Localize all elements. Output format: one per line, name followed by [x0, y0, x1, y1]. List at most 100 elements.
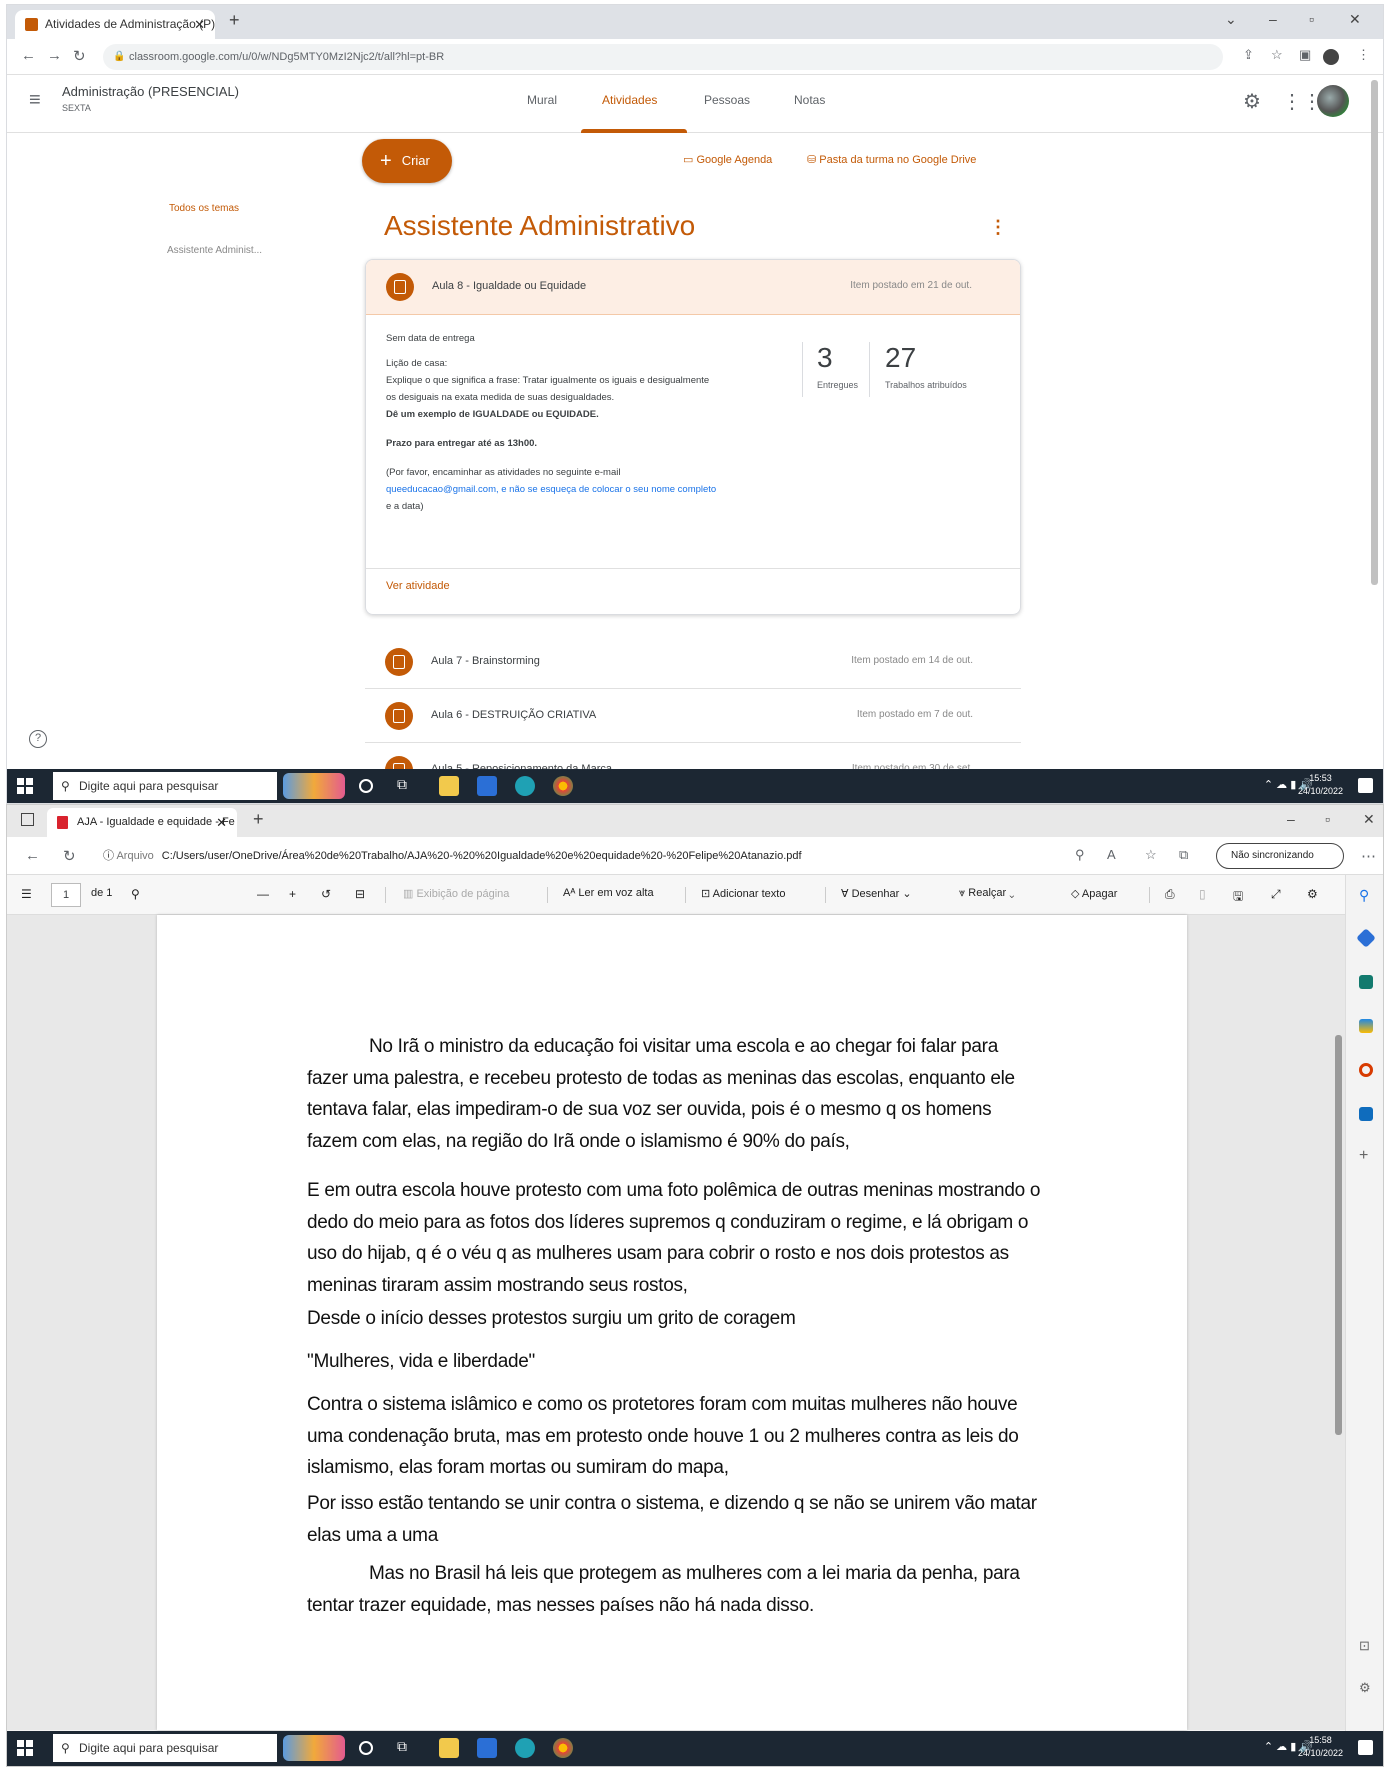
google-calendar-link[interactable]: ▭ Google Agenda [683, 153, 772, 166]
draw-button[interactable]: ∀ Desenhar ⌄ [841, 887, 912, 900]
taskbar-search-box[interactable]: ⚲ Digite aqui para pesquisar [53, 772, 277, 800]
cortana-icon[interactable] [359, 779, 373, 793]
pdf-settings-icon[interactable]: ⚙ [1307, 887, 1318, 901]
scrollbar-thumb[interactable] [1371, 80, 1378, 585]
notification-icon[interactable] [1358, 778, 1373, 793]
page-number-input[interactable]: 1 [51, 883, 81, 907]
file-explorer-icon[interactable] [439, 776, 459, 796]
zoom-out-icon[interactable]: — [257, 887, 269, 901]
add-icon[interactable]: + [1359, 1147, 1373, 1164]
assignment-header[interactable]: Aula 8 - Igualdade ou Equidade Item post… [366, 260, 1020, 315]
games-icon[interactable] [1359, 1019, 1373, 1033]
highlight-button[interactable]: ⩔ Realçar ⌄ [959, 887, 1014, 900]
email-link[interactable]: queeducacao@gmail.com, e não se esqueça … [386, 481, 806, 498]
office-icon[interactable] [1359, 1063, 1373, 1077]
maximize-icon[interactable]: ▫ [1309, 11, 1314, 27]
assigned-count[interactable]: 27 [885, 342, 916, 374]
tab-search-icon[interactable]: ⌄ [1225, 11, 1237, 28]
taskbar-clock[interactable]: 15:58 24/10/2022 [1298, 1734, 1343, 1760]
help-icon[interactable]: ? [29, 730, 47, 748]
file-explorer-icon[interactable] [439, 1738, 459, 1758]
read-aloud-icon[interactable]: A [1107, 847, 1116, 862]
add-text-button[interactable]: ⊡ Adicionar texto [701, 887, 785, 900]
pdf-canvas[interactable]: No Irã o ministro da educação foi visita… [7, 915, 1345, 1730]
back-icon[interactable]: ← [25, 847, 40, 864]
fit-page-icon[interactable]: ⊟ [355, 887, 365, 901]
tools-icon[interactable] [1359, 975, 1373, 989]
apps-grid-icon[interactable]: ⋮⋮ [1282, 89, 1322, 114]
windows-start-icon[interactable] [17, 1740, 33, 1756]
address-bar[interactable]: ⓘ Arquivo C:/Users/user/OneDrive/Área%20d… [103, 843, 1043, 869]
tab-mural[interactable]: Mural [527, 93, 557, 107]
maximize-icon[interactable]: ▫ [1325, 811, 1330, 827]
outlook-icon[interactable] [1359, 1107, 1373, 1121]
edge-icon[interactable] [515, 1738, 535, 1758]
profile-avatar[interactable] [1323, 49, 1339, 65]
tab-atividades[interactable]: Atividades [602, 93, 657, 107]
share-icon[interactable]: ⇪ [1243, 47, 1254, 63]
sidebar-icon[interactable]: ▣ [1299, 47, 1311, 63]
cortana-icon[interactable] [359, 1741, 373, 1755]
browser-tab-pdf[interactable]: AJA - Igualdade e equidade - Fe ✕ [47, 808, 237, 837]
word-icon[interactable] [477, 776, 497, 796]
view-assignment-link[interactable]: Ver atividade [386, 580, 450, 592]
edge-icon[interactable] [515, 776, 535, 796]
minimize-icon[interactable]: – [1269, 11, 1277, 27]
taskbar-search-box[interactable]: ⚲ Digite aqui para pesquisar [53, 1734, 277, 1762]
zoom-in-icon[interactable]: + [289, 887, 296, 901]
create-button[interactable]: + Criar [362, 139, 452, 183]
find-icon[interactable]: ⚲ [131, 887, 140, 901]
class-title[interactable]: Administração (PRESENCIAL) [62, 84, 239, 99]
zoom-icon[interactable]: ⚲ [1075, 847, 1085, 863]
minimize-icon[interactable]: – [1287, 811, 1295, 827]
assignment-row[interactable]: Aula 7 - Brainstorming Item postado em 1… [365, 635, 1021, 689]
task-view-icon[interactable]: ⧉ [397, 776, 417, 796]
sync-status-button[interactable]: Não sincronizando [1216, 843, 1344, 869]
tag-icon[interactable] [1356, 928, 1376, 948]
print-icon[interactable]: ⎙ [1165, 887, 1175, 902]
drive-folder-link[interactable]: ⛁ Pasta da turma no Google Drive [807, 153, 976, 166]
taskbar-clock[interactable]: 15:53 24/10/2022 [1298, 772, 1343, 798]
chrome-icon[interactable] [553, 776, 573, 796]
contents-icon[interactable]: ☰ [21, 887, 32, 901]
reload-icon[interactable]: ↻ [63, 847, 76, 865]
fullscreen-icon[interactable]: ⤢ [1271, 887, 1281, 902]
save-icon[interactable]: ▯ [1199, 887, 1206, 901]
tab-notas[interactable]: Notas [794, 93, 825, 107]
close-window-icon[interactable]: ✕ [1363, 811, 1375, 828]
new-tab-icon[interactable]: + [253, 809, 264, 830]
word-icon[interactable] [477, 1738, 497, 1758]
reload-icon[interactable]: ↻ [73, 47, 86, 65]
sidebar-settings-icon[interactable]: ⚙ [1359, 1680, 1373, 1695]
forward-icon[interactable]: → [47, 47, 62, 64]
topic-filter-assistente[interactable]: Assistente Administ... [167, 245, 262, 256]
back-icon[interactable]: ← [21, 47, 36, 64]
collections-icon[interactable]: ⧉ [1179, 847, 1188, 863]
tab-actions-icon[interactable] [21, 813, 34, 826]
close-tab-icon[interactable]: ✕ [216, 808, 227, 837]
task-view-icon[interactable]: ⧉ [397, 1738, 417, 1758]
page-view-button[interactable]: ▥ Exibição de página [403, 887, 509, 900]
turned-in-count[interactable]: 3 [817, 342, 833, 374]
new-tab-icon[interactable]: + [229, 10, 240, 31]
search-icon[interactable]: ⚲ [1359, 887, 1373, 903]
read-aloud-button[interactable]: Aᴬ Ler em voz alta [563, 887, 654, 899]
settings-menu-icon[interactable]: ⋯ [1361, 847, 1376, 865]
rotate-icon[interactable]: ↺ [321, 887, 331, 901]
hamburger-menu-icon[interactable]: ≡ [29, 89, 41, 112]
topic-options-icon[interactable]: ⋮ [989, 217, 1007, 238]
scrollbar-thumb[interactable] [1335, 1035, 1342, 1435]
windows-start-icon[interactable] [17, 778, 33, 794]
address-bar[interactable]: 🔒 classroom.google.com/u/0/w/NDg5MTY0MzI… [103, 44, 1223, 70]
assignment-row[interactable]: Aula 6 - DESTRUIÇÃO CRIATIVA Item postad… [365, 689, 1021, 743]
close-window-icon[interactable]: ✕ [1349, 11, 1361, 28]
menu-kebab-icon[interactable]: ⋮ [1357, 47, 1370, 63]
user-avatar[interactable] [1317, 85, 1349, 117]
settings-gear-icon[interactable]: ⚙ [1243, 89, 1261, 114]
topic-filter-all[interactable]: Todos os temas [169, 203, 239, 214]
favorite-icon[interactable]: ☆ [1145, 847, 1157, 863]
close-tab-icon[interactable]: ✕ [194, 10, 205, 39]
save-as-icon[interactable]: 🖫 [1233, 887, 1243, 908]
chrome-icon[interactable] [553, 1738, 573, 1758]
tab-pessoas[interactable]: Pessoas [704, 93, 750, 107]
